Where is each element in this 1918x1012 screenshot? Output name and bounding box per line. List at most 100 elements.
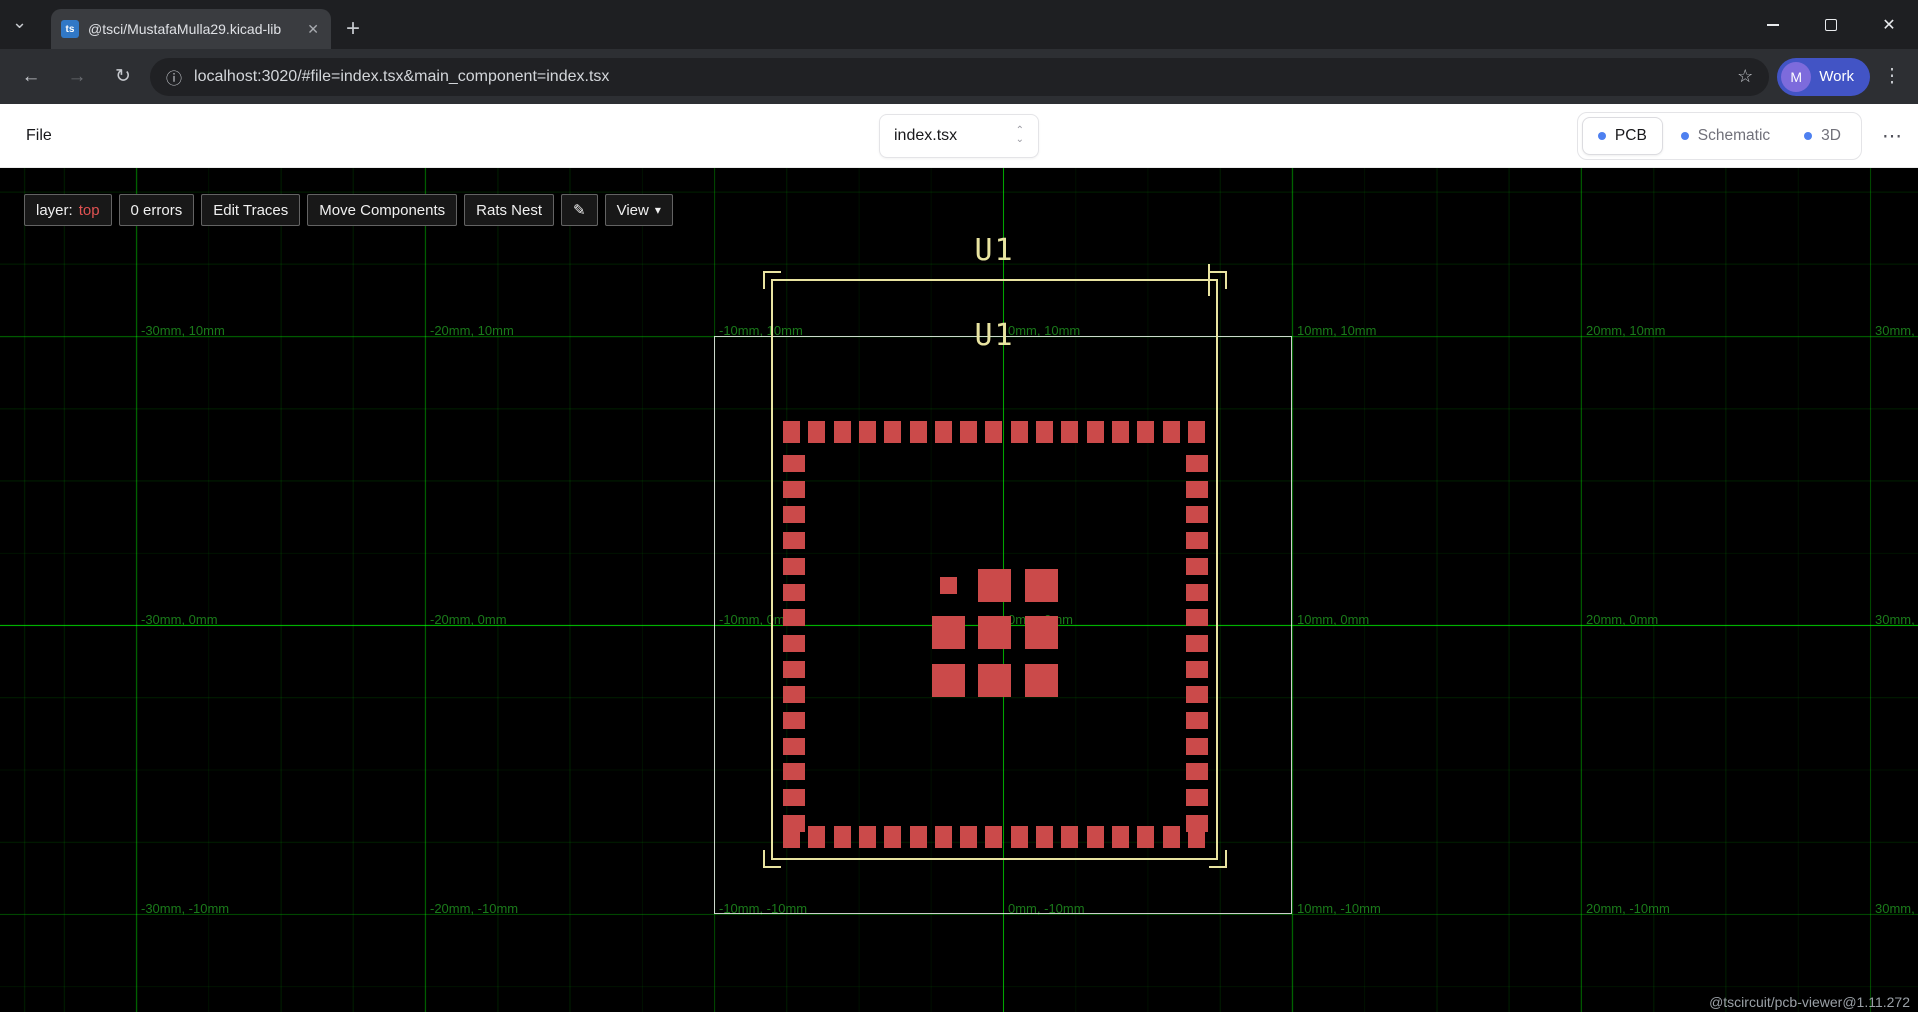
smd-pad[interactable] (940, 577, 957, 594)
maximize-button[interactable] (1802, 0, 1860, 49)
smd-pad[interactable] (985, 826, 1002, 848)
smd-pad[interactable] (960, 826, 977, 848)
smd-pad[interactable] (932, 616, 965, 649)
new-tab-button[interactable]: + (346, 16, 360, 42)
tab-close-icon[interactable]: ✕ (305, 21, 321, 38)
smd-pad[interactable] (783, 789, 805, 806)
smd-pad[interactable] (834, 826, 851, 848)
smd-pad[interactable] (960, 421, 977, 443)
smd-pad[interactable] (935, 826, 952, 848)
smd-pad[interactable] (1163, 826, 1180, 848)
smd-pad[interactable] (859, 421, 876, 443)
smd-pad[interactable] (859, 826, 876, 848)
file-select[interactable]: index.tsx ⌃⌄ (879, 114, 1039, 158)
smd-pad[interactable] (783, 421, 800, 443)
smd-pad[interactable] (783, 506, 805, 523)
smd-pad[interactable] (1186, 738, 1208, 755)
smd-pad[interactable] (808, 421, 825, 443)
smd-pad[interactable] (1188, 421, 1205, 443)
pencil-icon[interactable]: ✎ (561, 194, 598, 226)
smd-pad[interactable] (1036, 421, 1053, 443)
smd-pad[interactable] (1061, 826, 1078, 848)
profile-chip[interactable]: M Work (1777, 58, 1870, 96)
smd-pad[interactable] (884, 826, 901, 848)
smd-pad[interactable] (1163, 421, 1180, 443)
smd-pad[interactable] (1087, 421, 1104, 443)
smd-pad[interactable] (935, 421, 952, 443)
smd-pad[interactable] (783, 455, 805, 472)
forward-icon[interactable]: → (58, 58, 96, 96)
smd-pad[interactable] (783, 815, 805, 832)
smd-pad[interactable] (1186, 686, 1208, 703)
smd-pad[interactable] (1186, 506, 1208, 523)
smd-pad[interactable] (1186, 661, 1208, 678)
smd-pad[interactable] (978, 664, 1011, 697)
edit-traces-button[interactable]: Edit Traces (201, 194, 300, 226)
smd-pad[interactable] (1112, 826, 1129, 848)
browser-menu-icon[interactable]: ⋮ (1878, 65, 1906, 88)
tab-3d[interactable]: 3D (1788, 117, 1857, 155)
smd-pad[interactable] (783, 661, 805, 678)
url-bar[interactable]: ⓘ localhost:3020/#file=index.tsx&main_co… (150, 58, 1769, 96)
smd-pad[interactable] (1186, 558, 1208, 575)
smd-pad[interactable] (910, 826, 927, 848)
smd-pad[interactable] (985, 421, 1002, 443)
smd-pad[interactable] (1137, 826, 1154, 848)
smd-pad[interactable] (1112, 421, 1129, 443)
minimize-button[interactable] (1744, 0, 1802, 49)
smd-pad[interactable] (1186, 789, 1208, 806)
tab-pcb[interactable]: PCB (1582, 117, 1663, 155)
smd-pad[interactable] (1186, 763, 1208, 780)
smd-pad[interactable] (910, 421, 927, 443)
smd-pad[interactable] (1186, 609, 1208, 626)
smd-pad[interactable] (1087, 826, 1104, 848)
smd-pad[interactable] (884, 421, 901, 443)
layer-selector-button[interactable]: layer: top (24, 194, 112, 226)
smd-pad[interactable] (783, 738, 805, 755)
more-options-icon[interactable]: ⋯ (1882, 123, 1902, 148)
smd-pad[interactable] (1137, 421, 1154, 443)
back-icon[interactable]: ← (12, 58, 50, 96)
move-components-button[interactable]: Move Components (307, 194, 457, 226)
smd-pad[interactable] (1025, 616, 1058, 649)
smd-pad[interactable] (1186, 635, 1208, 652)
smd-pad[interactable] (1186, 815, 1208, 832)
smd-pad[interactable] (978, 616, 1011, 649)
pcb-canvas[interactable]: -30mm, 10mm-20mm, 10mm-10mm, 10mm0mm, 10… (0, 168, 1918, 1012)
reload-icon[interactable]: ↻ (104, 58, 142, 96)
smd-pad[interactable] (783, 712, 805, 729)
bookmark-star-icon[interactable]: ☆ (1737, 66, 1753, 87)
view-dropdown-button[interactable]: View ▾ (605, 194, 673, 226)
smd-pad[interactable] (1186, 455, 1208, 472)
smd-pad[interactable] (783, 532, 805, 549)
rats-nest-button[interactable]: Rats Nest (464, 194, 554, 226)
smd-pad[interactable] (1186, 584, 1208, 601)
site-info-icon[interactable]: ⓘ (166, 65, 182, 89)
smd-pad[interactable] (783, 481, 805, 498)
smd-pad[interactable] (932, 664, 965, 697)
smd-pad[interactable] (1186, 532, 1208, 549)
smd-pad[interactable] (1025, 569, 1058, 602)
tab-search-chevron-icon[interactable]: ⌄ (12, 10, 27, 34)
smd-pad[interactable] (1186, 712, 1208, 729)
smd-pad[interactable] (1061, 421, 1078, 443)
tab-schematic[interactable]: Schematic (1665, 117, 1786, 155)
smd-pad[interactable] (783, 609, 805, 626)
smd-pad[interactable] (783, 635, 805, 652)
smd-pad[interactable] (1025, 664, 1058, 697)
smd-pad[interactable] (1036, 826, 1053, 848)
errors-button[interactable]: 0 errors (119, 194, 195, 226)
smd-pad[interactable] (783, 584, 805, 601)
close-window-button[interactable]: ✕ (1860, 0, 1918, 49)
file-menu[interactable]: File (26, 127, 52, 145)
smd-pad[interactable] (783, 558, 805, 575)
smd-pad[interactable] (1011, 421, 1028, 443)
smd-pad[interactable] (783, 763, 805, 780)
smd-pad[interactable] (978, 569, 1011, 602)
smd-pad[interactable] (834, 421, 851, 443)
browser-tab[interactable]: ts @tsci/MustafaMulla29.kicad-lib ✕ (51, 9, 331, 49)
smd-pad[interactable] (808, 826, 825, 848)
smd-pad[interactable] (783, 686, 805, 703)
smd-pad[interactable] (1011, 826, 1028, 848)
url-text[interactable]: localhost:3020/#file=index.tsx&main_comp… (194, 68, 1725, 86)
